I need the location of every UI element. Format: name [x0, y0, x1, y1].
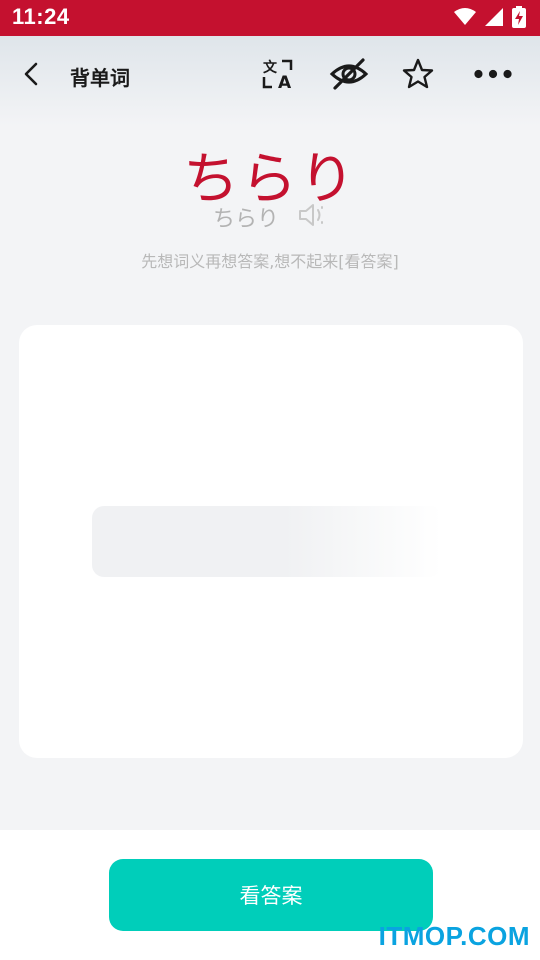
answer-card — [19, 325, 523, 758]
app-header: 背单词 文 A — [0, 36, 540, 126]
watermark: ITMOP.COM — [378, 921, 530, 951]
status-time: 11:24 — [12, 4, 70, 29]
chevron-left-icon — [24, 62, 38, 86]
answer-placeholder — [92, 506, 442, 577]
signal-icon — [484, 7, 504, 31]
status-bar: 11:24 — [0, 0, 540, 36]
word-reading: ちらり — [212, 207, 279, 232]
page-title: 背单词 — [70, 66, 130, 90]
hint-text: 先想词义再想答案,想不起来[看答案] — [141, 252, 399, 271]
wifi-icon — [454, 7, 476, 31]
translate-icon: 文 A — [262, 59, 293, 91]
svg-text:文: 文 — [263, 59, 278, 76]
eye-off-icon — [329, 58, 369, 90]
speaker-icon[interactable] — [297, 200, 327, 234]
translate-button[interactable]: 文 A — [257, 54, 297, 94]
favorite-button[interactable] — [398, 54, 438, 94]
reading-row: ちらり — [0, 200, 540, 234]
star-icon — [402, 58, 434, 89]
battery-charging-icon — [512, 6, 526, 32]
more-button[interactable] — [473, 54, 513, 94]
more-icon — [474, 69, 512, 79]
svg-text:A: A — [278, 73, 292, 91]
hide-meaning-button[interactable] — [329, 54, 369, 94]
back-button[interactable] — [18, 60, 46, 88]
status-icons — [454, 6, 526, 32]
